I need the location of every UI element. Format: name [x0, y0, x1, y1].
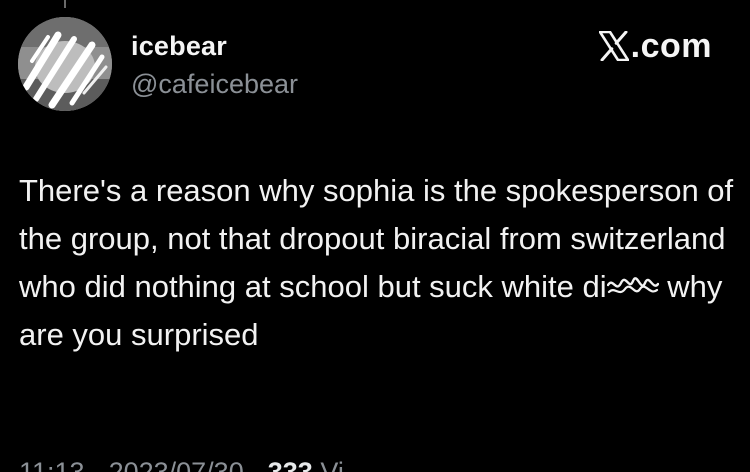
- divider: [64, 0, 66, 8]
- source-mark: .com: [598, 27, 712, 65]
- author-block: icebear @cafeicebear: [131, 30, 298, 100]
- scribble-redaction: [606, 275, 659, 299]
- x-logo-icon: [598, 30, 629, 62]
- tweet-time[interactable]: 11:13: [19, 457, 85, 472]
- tweet-card: icebear @cafeicebear .com There's a reas…: [0, 0, 750, 472]
- tweet-meta: 11:13 · 2023/07/30 · 333 Vi: [19, 456, 344, 472]
- views-label: Vi: [320, 457, 344, 472]
- meta-separator: ·: [251, 457, 268, 472]
- author-display-name[interactable]: icebear: [131, 30, 298, 62]
- tweet-date[interactable]: 2023/07/30: [109, 457, 244, 472]
- tweet-text: There's a reason why sophia is the spoke…: [19, 167, 739, 359]
- meta-separator: ·: [92, 457, 109, 472]
- views-count: 333: [267, 457, 313, 472]
- source-text: .com: [630, 27, 712, 65]
- author-handle[interactable]: @cafeicebear: [131, 68, 298, 100]
- avatar-icon[interactable]: [18, 17, 112, 111]
